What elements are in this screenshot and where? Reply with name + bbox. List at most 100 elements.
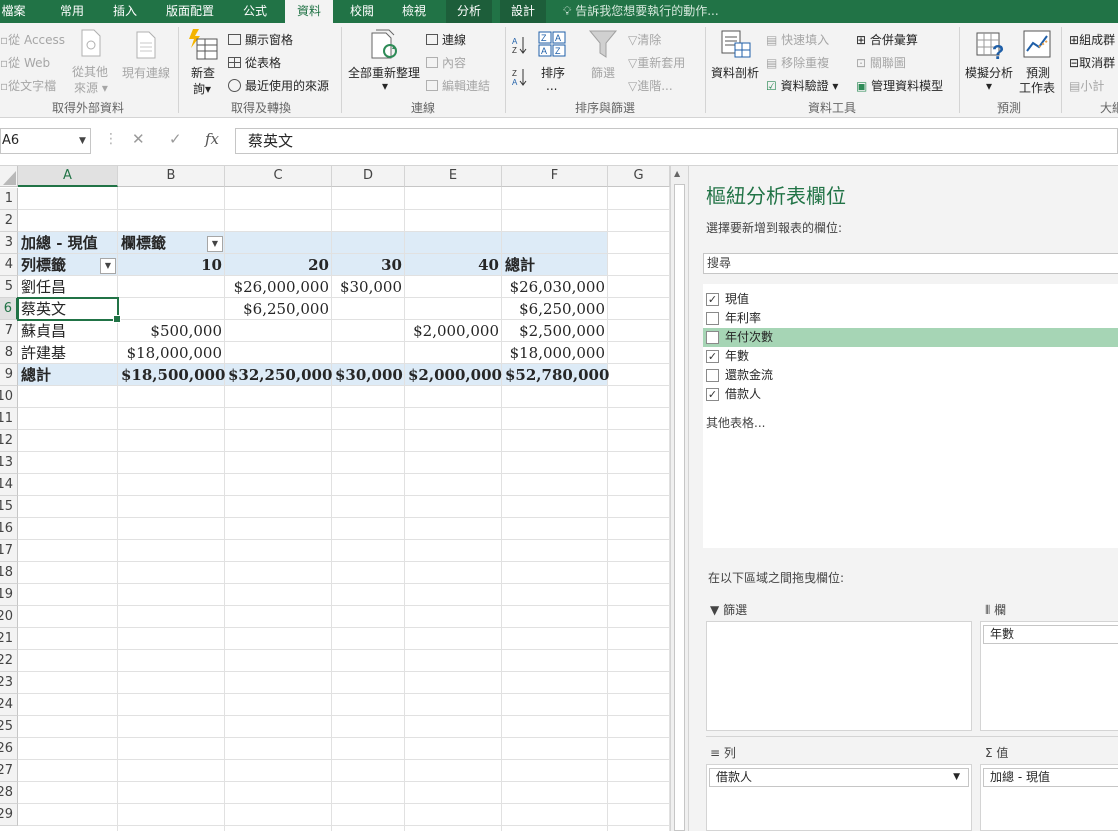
- manage-data-model-button[interactable]: ▣ 管理資料模型: [856, 77, 943, 94]
- row-header[interactable]: 25: [0, 716, 18, 738]
- pivot-grand-total-cell[interactable]: $18,500,000: [118, 364, 225, 386]
- name-box-dropdown-icon[interactable]: ▼: [79, 136, 86, 146]
- formula-bar-handle[interactable]: ⋮: [104, 131, 118, 147]
- pivot-value-cell[interactable]: [405, 276, 502, 298]
- column-header[interactable]: F: [502, 166, 608, 187]
- pivot-grand-total-label[interactable]: 總計: [18, 364, 54, 386]
- pivot-value-cell[interactable]: $2,000,000: [405, 320, 502, 342]
- vertical-scrollbar[interactable]: ▲: [670, 166, 688, 831]
- ungroup-button[interactable]: ⊟取消群: [1069, 54, 1115, 71]
- pivot-row-total[interactable]: $18,000,000: [502, 342, 608, 364]
- from-text-button[interactable]: ▫從文字檔: [0, 77, 56, 94]
- tab-data[interactable]: 資料: [285, 0, 333, 24]
- row-header[interactable]: 18: [0, 562, 18, 584]
- tab-review[interactable]: 校閱: [341, 0, 383, 23]
- edit-links-button[interactable]: 編輯連結: [426, 77, 490, 94]
- column-header[interactable]: E: [405, 166, 502, 187]
- checkbox-icon[interactable]: [706, 331, 719, 344]
- name-box[interactable]: A6: [0, 128, 91, 154]
- tell-me-box[interactable]: 💡︎ 告訴我您想要執行的動作...: [563, 0, 719, 23]
- advanced-filter-button[interactable]: ▽進階...: [628, 77, 673, 94]
- from-web-button[interactable]: ▫從 Web: [0, 54, 50, 71]
- field-item[interactable]: 年付次數: [703, 328, 1118, 347]
- row-field-dropdown-icon[interactable]: ▼: [953, 769, 960, 786]
- checkbox-checked-icon[interactable]: ✓: [706, 388, 719, 401]
- properties-button[interactable]: 內容: [426, 54, 466, 71]
- pivot-value-cell[interactable]: $6,250,000: [225, 298, 332, 320]
- row-header[interactable]: 8: [0, 342, 18, 364]
- field-item[interactable]: ✓ 年數: [703, 347, 1118, 366]
- row-header[interactable]: 2: [0, 210, 18, 232]
- data-validation-button[interactable]: ☑ 資料驗證 ▾: [766, 77, 838, 94]
- field-search-input[interactable]: 搜尋: [703, 253, 1118, 274]
- row-field-chip[interactable]: 借款人 ▼: [709, 768, 969, 787]
- group-button[interactable]: ⊞組成群: [1069, 31, 1115, 48]
- row-header[interactable]: 6: [0, 298, 18, 320]
- row-header[interactable]: 27: [0, 760, 18, 782]
- row-header[interactable]: 23: [0, 672, 18, 694]
- pivot-row-total[interactable]: $6,250,000: [502, 298, 608, 320]
- column-header[interactable]: B: [118, 166, 225, 187]
- column-header[interactable]: G: [608, 166, 670, 187]
- tab-view[interactable]: 檢視: [393, 0, 435, 23]
- row-header[interactable]: 20: [0, 606, 18, 628]
- row-header[interactable]: 26: [0, 738, 18, 760]
- field-item[interactable]: 年利率: [703, 309, 1118, 328]
- column-header[interactable]: D: [332, 166, 405, 187]
- pivot-value-cell[interactable]: [225, 320, 332, 342]
- pivot-value-cell[interactable]: $30,000: [332, 276, 405, 298]
- field-item[interactable]: 還款金流: [703, 366, 1118, 385]
- row-header[interactable]: 22: [0, 650, 18, 672]
- row-labels-filter-icon[interactable]: ▼: [100, 258, 116, 274]
- from-table-button[interactable]: 從表格: [228, 54, 281, 71]
- pivot-grand-total-cell[interactable]: $30,000: [332, 364, 405, 386]
- consolidate-button[interactable]: ⊞ 合併彙算: [856, 31, 918, 48]
- show-queries-button[interactable]: 顯示窗格: [228, 31, 293, 48]
- value-field-chip[interactable]: 加總 - 現值: [983, 768, 1118, 787]
- pivot-value-cell[interactable]: [118, 298, 225, 320]
- text-to-columns-button[interactable]: 資料剖析: [711, 64, 759, 81]
- row-header[interactable]: 19: [0, 584, 18, 606]
- pivot-value-cell[interactable]: [118, 276, 225, 298]
- pivot-row-label[interactable]: 許建基: [18, 342, 69, 364]
- pivot-value-cell[interactable]: $26,000,000: [225, 276, 332, 298]
- pivot-grand-total-cell[interactable]: $32,250,000: [225, 364, 332, 386]
- row-header[interactable]: 24: [0, 694, 18, 716]
- pivot-row-total[interactable]: $26,030,000: [502, 276, 608, 298]
- column-header[interactable]: C: [225, 166, 332, 187]
- row-header[interactable]: 13: [0, 452, 18, 474]
- row-header[interactable]: 5: [0, 276, 18, 298]
- refresh-all-dropdown[interactable]: ▾: [382, 79, 388, 93]
- checkbox-icon[interactable]: [706, 312, 719, 325]
- row-header[interactable]: 3: [0, 232, 18, 254]
- tab-formulas[interactable]: 公式: [234, 0, 276, 23]
- pivot-value-cell[interactable]: [332, 342, 405, 364]
- row-header[interactable]: 4: [0, 254, 18, 276]
- flash-fill-button[interactable]: ▤ 快速填入: [766, 31, 829, 48]
- subtotal-button[interactable]: ▤小計: [1069, 77, 1104, 94]
- reapply-button[interactable]: ▽重新套用: [628, 54, 685, 71]
- remove-duplicates-button[interactable]: ▤ 移除重複: [766, 54, 829, 71]
- clear-filter-button[interactable]: ▽清除: [628, 31, 661, 48]
- connections-button[interactable]: 連線: [426, 31, 466, 48]
- filter-button[interactable]: 篩選: [591, 64, 615, 81]
- tab-page-layout[interactable]: 版面配置: [158, 0, 222, 23]
- row-header[interactable]: 1: [0, 188, 18, 210]
- pivot-row-label[interactable]: 劉任昌: [18, 276, 69, 298]
- insert-function-icon[interactable]: fx: [205, 130, 219, 148]
- formula-input[interactable]: 蔡英文: [235, 128, 1118, 154]
- existing-connections-button[interactable]: 現有連線: [122, 64, 170, 81]
- tab-analyze[interactable]: 分析: [446, 0, 492, 23]
- other-sources-button[interactable]: 從其他: [72, 63, 108, 80]
- enter-icon[interactable]: ✓: [169, 130, 182, 148]
- row-header[interactable]: 28: [0, 782, 18, 804]
- new-query-button[interactable]: 新查: [191, 64, 215, 81]
- scroll-up-icon[interactable]: ▲: [674, 169, 680, 178]
- what-if-dropdown[interactable]: ▾: [986, 79, 992, 93]
- row-header[interactable]: 11: [0, 408, 18, 430]
- tab-file[interactable]: 檔案: [0, 0, 27, 23]
- pivot-grand-total-value[interactable]: $52,780,000: [502, 364, 609, 386]
- pivot-value-cell[interactable]: [225, 342, 332, 364]
- pivot-row-label[interactable]: 蘇貞昌: [18, 320, 69, 342]
- row-header[interactable]: 9: [0, 364, 18, 386]
